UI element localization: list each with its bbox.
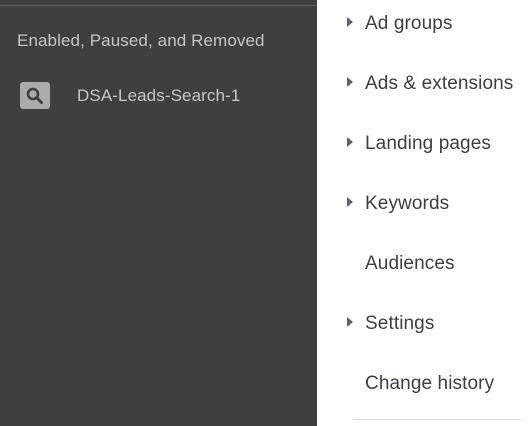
campaign-name: DSA-Leads-Search-1 xyxy=(77,86,241,105)
nav-item-settings[interactable]: Settings xyxy=(317,304,532,344)
nav-item-label: Audiences xyxy=(365,253,455,274)
status-filter-label[interactable]: Enabled, Paused, and Removed xyxy=(17,31,265,51)
nav-item-label: Ads & extensions xyxy=(365,73,514,94)
campaign-item[interactable]: DSA-Leads-Search-1 xyxy=(0,74,317,118)
nav-item-keywords[interactable]: Keywords xyxy=(317,184,532,224)
campaign-panel: Enabled, Paused, and Removed DSA-Leads-S… xyxy=(0,0,317,426)
caret-right-icon xyxy=(347,317,353,327)
nav-item-label: Change history xyxy=(365,373,495,394)
caret-right-icon xyxy=(347,137,353,147)
page-menu: Ad groups Ads & extensions Landing pages… xyxy=(317,0,532,426)
caret-right-icon xyxy=(347,17,353,27)
nav-item-label: Keywords xyxy=(365,193,450,214)
search-icon xyxy=(20,82,50,109)
nav-item-ad-groups[interactable]: Ad groups xyxy=(317,4,532,44)
nav-item-landing-pages[interactable]: Landing pages xyxy=(317,124,532,164)
nav-item-change-history[interactable]: Change history xyxy=(317,364,532,404)
nav-item-label: Landing pages xyxy=(365,133,491,154)
top-divider xyxy=(0,5,317,6)
nav-item-label: Ad groups xyxy=(365,13,453,34)
caret-right-icon xyxy=(347,197,353,207)
nav-item-label: Settings xyxy=(365,313,435,334)
nav-item-audiences[interactable]: Audiences xyxy=(317,244,532,284)
caret-right-icon xyxy=(347,77,353,87)
nav-item-ads-extensions[interactable]: Ads & extensions xyxy=(317,64,532,104)
menu-divider xyxy=(353,419,521,420)
